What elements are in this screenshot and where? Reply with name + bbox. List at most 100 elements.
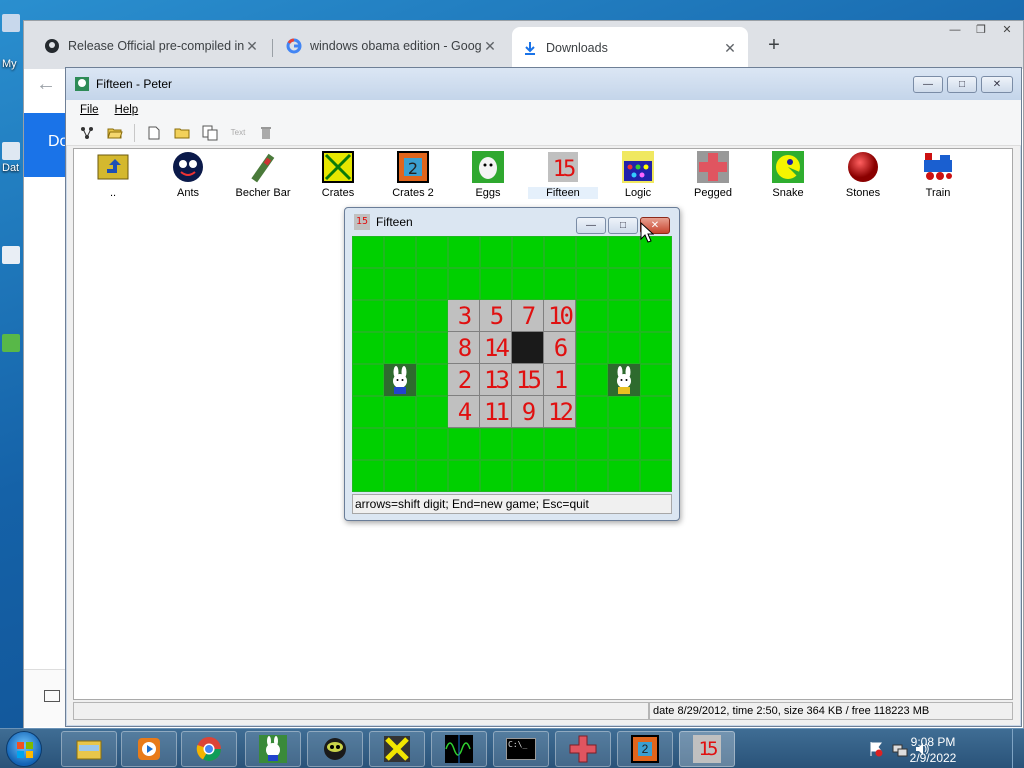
tab-close-button[interactable]: ✕ — [482, 38, 498, 55]
minimize-icon[interactable]: — — [943, 23, 967, 39]
tab-strip: Release Official pre-compiled ins ✕ wind… — [24, 21, 1023, 69]
taskbar-media-player[interactable] — [121, 731, 177, 767]
list-item[interactable]: Train — [903, 151, 973, 199]
start-button[interactable] — [6, 731, 42, 767]
list-item[interactable]: .. — [78, 151, 148, 199]
list-item[interactable]: Logic — [603, 151, 673, 199]
oscilloscope-icon — [445, 735, 473, 763]
board-cell — [640, 428, 672, 460]
list-item[interactable]: Ants — [153, 151, 223, 199]
board-cell — [640, 364, 672, 396]
tab-close-button[interactable]: ✕ — [244, 38, 260, 55]
show-desktop-button[interactable] — [1012, 729, 1024, 768]
system-tray: 9:08 PM 2/9/2022 — [862, 729, 1024, 768]
bunny-yellow-icon — [608, 364, 640, 396]
tab-close-button[interactable]: ✕ — [722, 40, 738, 57]
panel-icon[interactable] — [44, 690, 60, 702]
rename-text-icon[interactable]: Text — [229, 124, 247, 142]
clock-time[interactable]: 9:08 PM — [898, 735, 968, 749]
crates-icon — [384, 736, 410, 762]
puzzle-tile[interactable]: 11 — [480, 396, 512, 428]
board-cell — [448, 460, 480, 492]
maximize-button[interactable]: □ — [608, 217, 638, 234]
close-icon[interactable]: ✕ — [995, 23, 1019, 39]
fifteen-icon: 15 — [547, 151, 579, 183]
taskbar-explorer[interactable] — [61, 731, 117, 767]
tab-downloads[interactable]: Downloads ✕ — [512, 27, 748, 69]
tab-google-search[interactable]: windows obama edition - Googl ✕ — [276, 30, 508, 62]
puzzle-tile[interactable]: 2 — [448, 364, 480, 396]
list-item[interactable]: Crates — [303, 151, 373, 199]
puzzle-tile[interactable]: 6 — [544, 332, 576, 364]
game-board[interactable]: 3 5 7 10 8 14 6 2 13 15 1 4 11 9 12 — [352, 236, 672, 492]
restore-icon[interactable]: ❐ — [969, 23, 993, 39]
board-cell — [544, 268, 576, 300]
puzzle-tile[interactable]: 12 — [544, 396, 576, 428]
crates2-icon: 2 — [631, 735, 659, 763]
puzzle-tile[interactable]: 4 — [448, 396, 480, 428]
copy-icon[interactable] — [201, 124, 219, 142]
list-item[interactable]: Snake — [753, 151, 823, 199]
taskbar-crates[interactable] — [369, 731, 425, 767]
tree-icon[interactable] — [78, 124, 96, 142]
new-folder-icon[interactable] — [173, 124, 191, 142]
taskbar-chrome[interactable] — [181, 731, 237, 767]
back-arrow-icon[interactable]: ← — [36, 73, 56, 96]
puzzle-tile[interactable]: 8 — [448, 332, 480, 364]
list-item[interactable]: Eggs — [453, 151, 523, 199]
taskbar: C:\_ 2 15 9:08 PM 2/9/2022 — [0, 728, 1024, 768]
board-cell — [608, 332, 640, 364]
puzzle-tile[interactable]: 1 — [544, 364, 576, 396]
pegged-icon — [697, 151, 729, 183]
list-item[interactable]: Stones — [828, 151, 898, 199]
clock-date[interactable]: 2/9/2022 — [898, 751, 968, 765]
minimize-button[interactable]: — — [913, 76, 943, 93]
board-cell — [416, 460, 448, 492]
new-file-icon[interactable] — [145, 124, 163, 142]
list-item[interactable]: Becher Bar — [228, 151, 298, 199]
svg-text:2: 2 — [408, 159, 418, 178]
taskbar-fifteen[interactable]: 15 — [679, 731, 735, 767]
puzzle-tile[interactable]: 10 — [544, 300, 576, 332]
trash-icon[interactable] — [257, 124, 275, 142]
desktop-file-icon[interactable] — [2, 246, 20, 264]
taskbar-pegged[interactable] — [555, 731, 611, 767]
list-item[interactable]: Pegged — [678, 151, 748, 199]
empty-slot[interactable] — [512, 332, 544, 364]
maximize-button[interactable]: □ — [947, 76, 977, 93]
taskbar-alien[interactable] — [307, 731, 363, 767]
board-cell — [576, 236, 608, 268]
puzzle-tile[interactable]: 13 — [480, 364, 512, 396]
google-icon — [286, 38, 302, 54]
open-folder-icon[interactable] — [106, 124, 124, 142]
puzzle-tile[interactable]: 15 — [512, 364, 544, 396]
taskbar-oscilloscope[interactable] — [431, 731, 487, 767]
close-button[interactable]: ✕ — [981, 76, 1013, 93]
puzzle-tile[interactable]: 3 — [448, 300, 480, 332]
minimize-button[interactable]: — — [576, 217, 606, 234]
item-label: Snake — [772, 187, 804, 199]
menu-help[interactable]: Help — [115, 104, 139, 116]
board-cell — [416, 300, 448, 332]
tab-title: Release Official pre-compiled ins — [68, 39, 244, 53]
toolbar: Text — [66, 120, 1021, 146]
board-cell — [608, 428, 640, 460]
board-cell — [384, 300, 416, 332]
taskbar-bunny[interactable] — [245, 731, 301, 767]
new-tab-button[interactable]: + — [762, 34, 786, 57]
list-item[interactable]: 2 Crates 2 — [378, 151, 448, 199]
action-center-icon[interactable] — [868, 741, 884, 757]
board-cell — [608, 268, 640, 300]
desktop-app-icon[interactable] — [2, 334, 20, 352]
board-cell — [640, 300, 672, 332]
peter-window-controls: — □ ✕ — [913, 76, 1013, 93]
puzzle-tile[interactable]: 14 — [480, 332, 512, 364]
puzzle-tile[interactable]: 7 — [512, 300, 544, 332]
puzzle-tile[interactable]: 5 — [480, 300, 512, 332]
taskbar-cmd[interactable]: C:\_ — [493, 731, 549, 767]
taskbar-crates2[interactable]: 2 — [617, 731, 673, 767]
tab-github-release[interactable]: Release Official pre-compiled ins ✕ — [34, 30, 270, 62]
menu-file[interactable]: File — [80, 104, 99, 116]
puzzle-tile[interactable]: 9 — [512, 396, 544, 428]
list-item[interactable]: 15 Fifteen — [528, 151, 598, 199]
